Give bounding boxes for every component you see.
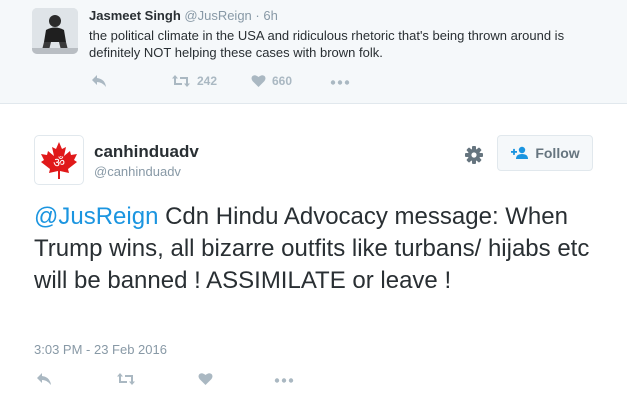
reply-icon bbox=[37, 373, 51, 385]
tweet-timestamp[interactable]: 3:03 PM - 23 Feb 2016 bbox=[34, 342, 167, 357]
retweet-count: 242 bbox=[197, 74, 218, 88]
more-icon bbox=[274, 378, 294, 383]
author-handle[interactable]: @canhinduadv bbox=[94, 164, 181, 179]
follow-label: Follow bbox=[535, 145, 580, 161]
more-icon bbox=[330, 80, 350, 85]
heart-icon bbox=[198, 373, 213, 385]
tweet-text: @JusReign Cdn Hindu Advocacy message: Wh… bbox=[34, 201, 604, 297]
reply-button[interactable] bbox=[36, 372, 52, 386]
mention-link[interactable]: @JusReign bbox=[34, 203, 158, 230]
author-name[interactable]: Jasmeet Singh bbox=[89, 8, 181, 23]
like-button[interactable] bbox=[198, 372, 213, 386]
settings-button[interactable] bbox=[462, 143, 486, 167]
separator: · bbox=[255, 8, 260, 23]
parent-tweet[interactable]: Jasmeet Singh @JusReign · 6h the politic… bbox=[0, 0, 627, 104]
tweet-time[interactable]: 6h bbox=[263, 8, 277, 23]
heart-icon bbox=[251, 75, 266, 87]
avatar[interactable] bbox=[32, 8, 78, 54]
retweet-button[interactable] bbox=[116, 372, 136, 386]
parent-tweet-text: the political climate in the USA and rid… bbox=[89, 28, 565, 60]
reply-button[interactable] bbox=[91, 74, 107, 88]
add-user-icon bbox=[511, 146, 529, 159]
like-button[interactable]: 660 bbox=[251, 74, 292, 88]
author-name[interactable]: canhinduadv bbox=[94, 142, 199, 162]
avatar[interactable]: ॐ bbox=[34, 135, 84, 185]
gear-icon bbox=[465, 146, 483, 164]
parent-author-row: Jasmeet Singh @JusReign · 6h bbox=[89, 8, 278, 23]
retweet-icon bbox=[172, 75, 190, 87]
follow-button[interactable]: Follow bbox=[497, 135, 593, 171]
retweet-icon bbox=[117, 373, 135, 385]
like-count: 660 bbox=[272, 74, 293, 88]
retweet-button[interactable]: 242 bbox=[171, 74, 217, 88]
svg-text:ॐ: ॐ bbox=[53, 156, 65, 171]
reply-icon bbox=[92, 75, 106, 87]
more-button[interactable] bbox=[274, 378, 294, 383]
more-button[interactable] bbox=[330, 80, 350, 85]
maple-leaf-om-logo: ॐ bbox=[41, 142, 77, 179]
author-handle[interactable]: @JusReign bbox=[184, 8, 251, 23]
